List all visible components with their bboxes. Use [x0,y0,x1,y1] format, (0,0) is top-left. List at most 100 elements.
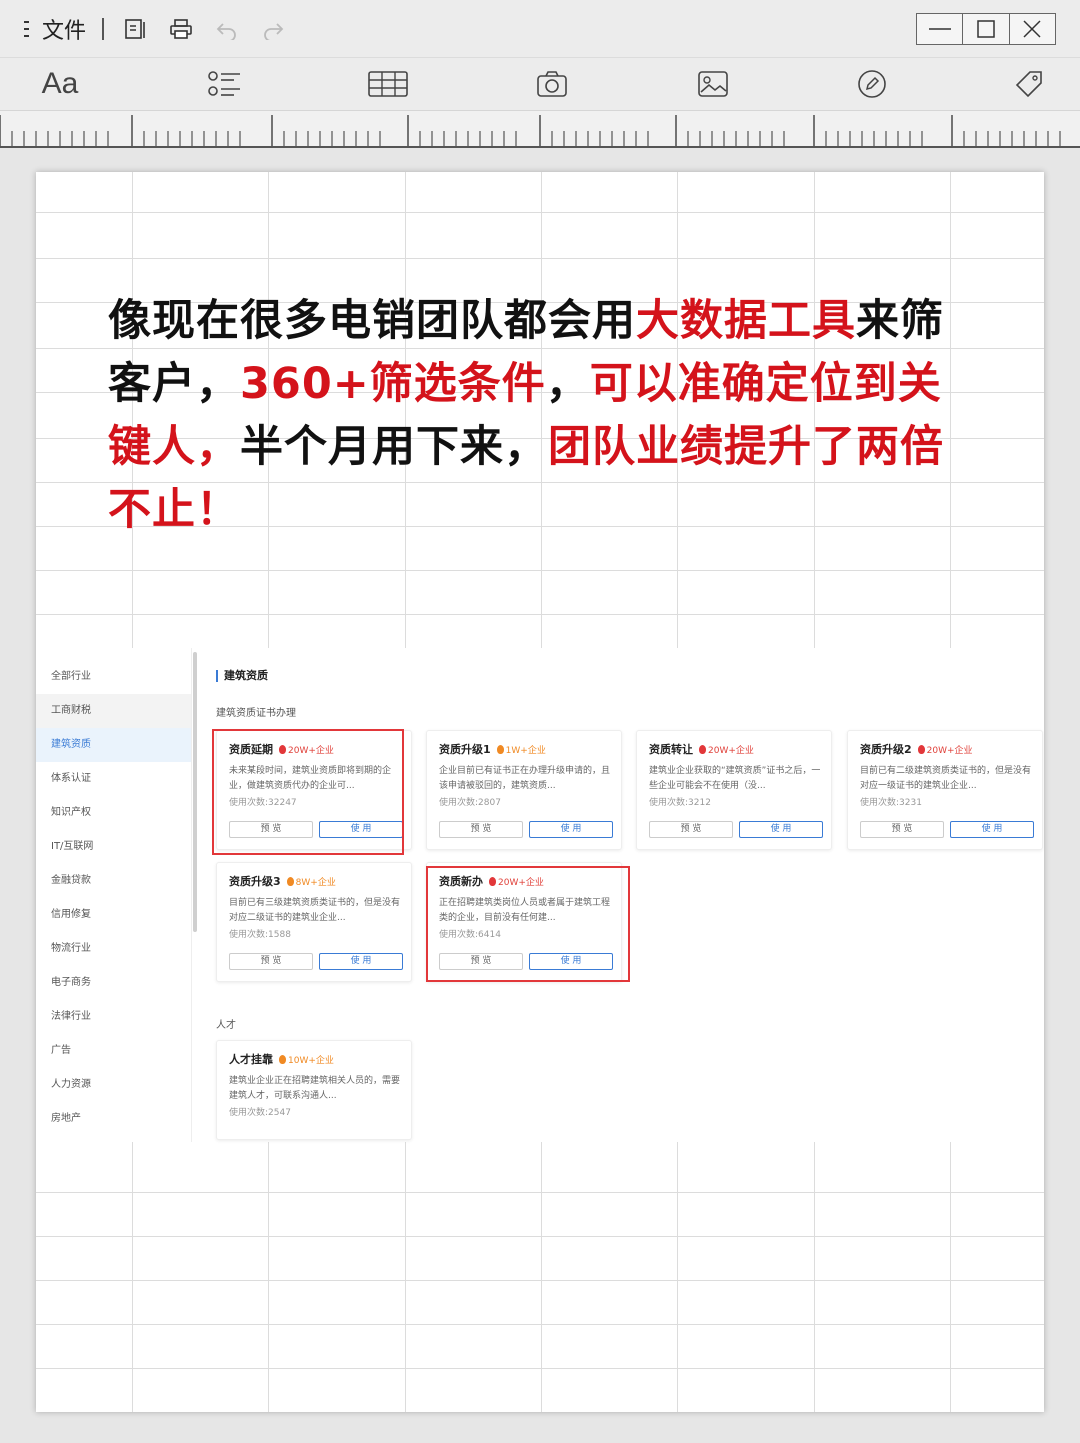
card-tag-text: 8W+企业 [295,877,336,888]
card-tag-text: 20W+企业 [708,745,754,756]
headline-segment: 半个月用下来， [240,422,548,472]
card-title-text: 资质转让 [649,743,693,756]
edit-pen-icon[interactable] [855,66,889,102]
text-style-icon[interactable]: Aa [38,66,82,102]
preview-button[interactable]: 预 览 [860,821,944,838]
maximize-button[interactable] [963,14,1010,44]
sidebar-item-construction[interactable]: 建筑资质 [36,728,191,762]
minimize-button[interactable] [917,14,964,44]
card-usage-count: 使用次数:2547 [229,1108,291,1118]
preview-button[interactable]: 预 览 [649,821,733,838]
window-controls [916,13,1056,45]
card-description: 建筑业企业正在招聘建筑相关人员的，需要建筑人才，可联系沟通人... [229,1076,401,1101]
card-title: 资质转让 20W+企业 [649,741,754,757]
card-tag: 20W+企业 [699,743,754,756]
title-bar: 文件 [0,0,1080,58]
close-button[interactable] [1010,14,1055,44]
flame-icon [699,744,706,754]
industry-sidebar: 全部行业 工商财税 建筑资质 体系认证 知识产权 IT/互联网 金融贷款 信用修… [36,648,192,1142]
sidebar-item-certification[interactable]: 体系认证 [36,762,191,796]
grid-line [36,212,1044,213]
template-card[interactable]: 人才挂靠 10W+企业建筑业企业正在招聘建筑相关人员的，需要建筑人才，可联系沟通人… [216,1040,412,1140]
headline-highlight: 键人， [108,422,240,472]
use-button[interactable]: 使 用 [529,821,613,838]
ruler [0,110,1080,148]
headline-text: 像现在很多电销团队都会用大数据工具来筛 客户，360+筛选条件，可以准确定位到关… [108,290,988,542]
headline-segment: 像现在很多电销团队都会用 [108,296,636,346]
card-description: 企业目前已有证书正在办理升级申请的，且该申请被驳回的，建筑资质... [439,766,611,791]
tag-icon[interactable] [1012,66,1046,102]
card-description: 建筑业企业获取的“建筑资质”证书之后，一些企业可能会不在使用（没... [649,766,821,791]
sidebar-item-ads[interactable]: 广告 [36,1034,191,1068]
headline-segment: 来筛 [856,296,944,346]
template-card[interactable]: 资质升级2 20W+企业目前已有二级建筑资质类证书的，但是没有对应一级证书的建筑业… [847,730,1043,850]
grid-line [36,1192,1044,1193]
card-title: 资质升级3 8W+企业 [229,873,336,889]
card-usage-count: 使用次数:3212 [649,798,711,808]
sidebar-item-ip[interactable]: 知识产权 [36,796,191,830]
sidebar-item-logistics[interactable]: 物流行业 [36,932,191,966]
sidebar-item-credit[interactable]: 信用修复 [36,898,191,932]
sidebar-item-all[interactable]: 全部行业 [36,660,191,694]
subsection-title: 建筑资质证书办理 [216,708,296,719]
table-icon[interactable] [368,66,408,102]
card-title: 资质升级1 1W+企业 [439,741,546,757]
template-card[interactable]: 资质转让 20W+企业建筑业企业获取的“建筑资质”证书之后，一些企业可能会不在使用… [636,730,832,850]
sidebar-item-legal[interactable]: 法律行业 [36,1000,191,1034]
card-description: 目前已有二级建筑资质类证书的，但是没有对应一级证书的建筑业企业... [860,766,1032,791]
file-menu[interactable]: 文件 [22,13,86,45]
file-menu-label: 文件 [42,19,87,44]
template-card[interactable]: 资质升级3 8W+企业 目前已有三级建筑资质类证书的，但是没有对应二级证书的建筑业企… [216,862,412,982]
section-title: 建筑资质 [216,670,268,682]
redo-icon[interactable] [258,14,288,44]
headline-highlight: 大数据工具 [636,296,856,346]
card-tag: 8W+企业 [286,875,336,888]
preview-button[interactable]: 预 览 [439,821,523,838]
subsection-title: 人才 [216,1020,236,1031]
headline-segment: ， [545,359,590,409]
card-title: 人才挂靠 10W+企业 [229,1051,334,1067]
headline-highlight: 不止！ [108,485,240,535]
camera-icon[interactable] [535,66,569,102]
template-panel: 建筑资质 建筑资质证书办理 人才 资质延期 20W+企业 未来某段时间，建筑业资质即… [216,648,1044,1142]
card-title-text: 人才挂靠 [229,1053,273,1066]
list-icon[interactable] [204,66,244,102]
grid-line [36,570,1044,571]
card-usage-count: 使用次数:1588 [229,930,291,940]
card-tag-text: 20W+企业 [926,745,973,756]
card-tag: 20W+企业 [917,743,973,756]
template-card[interactable]: 资质升级1 1W+企业企业目前已有证书正在办理升级申请的，且该申请被驳回的，建筑资… [426,730,622,850]
grid-line [36,1368,1044,1369]
grid-line [36,1280,1044,1281]
card-title-text: 资质升级3 [229,875,281,888]
headline-highlight: 可以准确定位到关 [589,359,942,409]
card-usage-count: 使用次数:3231 [860,798,922,808]
sidebar-item-finance[interactable]: 金融贷款 [36,864,191,898]
document-outline-icon[interactable] [120,14,150,44]
sidebar-item-business-tax[interactable]: 工商财税 [36,694,191,728]
sidebar-item-real-estate[interactable]: 房地产 [36,1102,191,1136]
print-icon[interactable] [166,14,196,44]
sidebar-item-it[interactable]: IT/互联网 [36,830,191,864]
document-page: 像现在很多电销团队都会用大数据工具来筛 客户，360+筛选条件，可以准确定位到关… [36,172,1044,1412]
use-button[interactable]: 使 用 [319,953,403,970]
headline-segment: 客户， [108,359,240,409]
card-title-text: 资质升级1 [439,743,491,756]
grid-line [36,258,1044,259]
undo-icon[interactable] [212,14,242,44]
headline-highlight: 团队业绩提升了两倍 [548,422,944,472]
use-button[interactable]: 使 用 [950,821,1034,838]
card-title: 资质升级2 20W+企业 [860,741,973,757]
image-icon[interactable] [696,66,730,102]
toolbar: Aa [0,58,1080,110]
sidebar-item-hr[interactable]: 人力资源 [36,1068,191,1102]
grid-line [36,1324,1044,1325]
preview-button[interactable]: 预 览 [229,953,313,970]
card-tag-text: 1W+企业 [505,745,546,756]
sidebar-item-ecommerce[interactable]: 电子商务 [36,966,191,1000]
card-title-text: 资质升级2 [860,743,912,756]
card-usage-count: 使用次数:2807 [439,798,501,808]
use-button[interactable]: 使 用 [739,821,823,838]
embedded-app-screenshot: 全部行业 工商财税 建筑资质 体系认证 知识产权 IT/互联网 金融贷款 信用修… [36,648,1044,1142]
sidebar-scrollbar[interactable] [193,652,197,932]
